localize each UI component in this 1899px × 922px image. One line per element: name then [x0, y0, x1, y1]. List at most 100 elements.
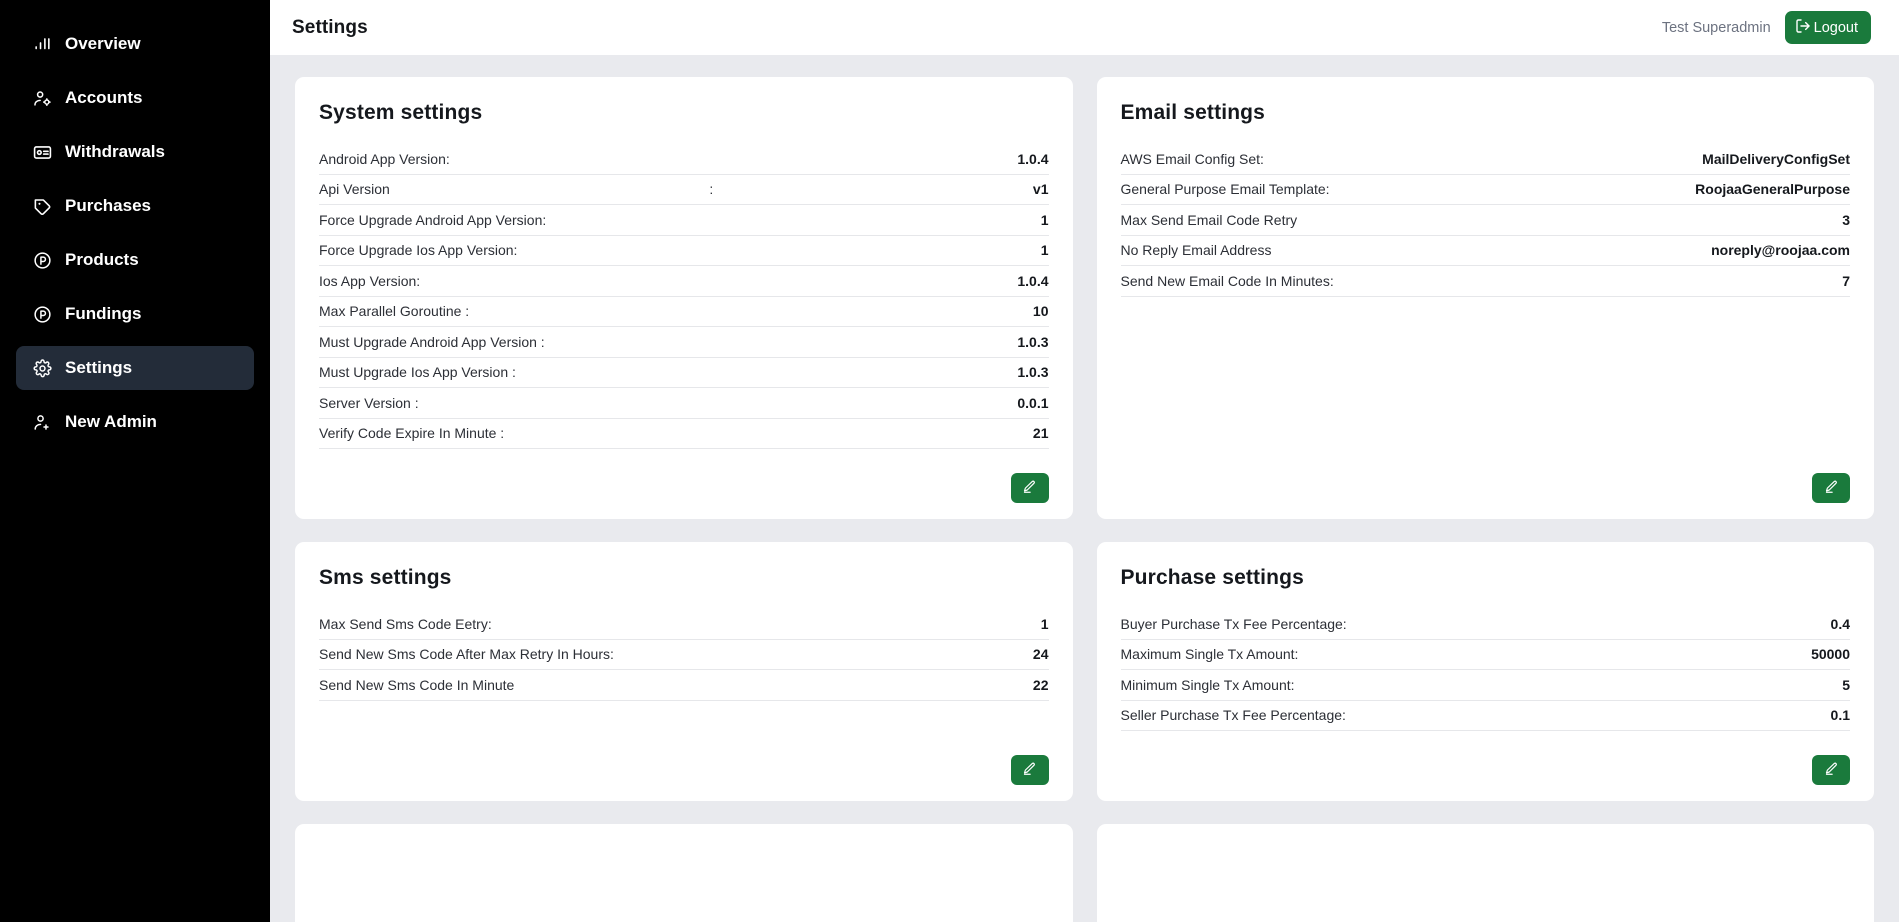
settings-row-list: Android App Version: 1.0.4 Api Version: v1 F…: [319, 144, 1049, 449]
sidebar-item-label: Settings: [65, 358, 133, 377]
setting-value: 5: [1842, 676, 1850, 693]
settings-row: Api Version: v1: [319, 175, 1049, 205]
card-spacer: [1121, 731, 1851, 737]
card-title: Sms settings: [319, 566, 452, 589]
settings-card-system-settings: System settings Android App Version: 1.0.4…: [295, 77, 1073, 519]
sidebar-item-label: Fundings: [65, 304, 142, 323]
setting-label: Must Upgrade Ios App Version :: [319, 364, 516, 381]
setting-value: RoojaaGeneralPurpose: [1695, 181, 1850, 198]
setting-label: Verify Code Expire In Minute :: [319, 425, 505, 442]
sidebar-item-new-admin[interactable]: New Admin: [16, 400, 254, 444]
setting-value: 7: [1842, 272, 1850, 289]
bar-chart-icon: [32, 34, 52, 54]
card-title: System settings: [319, 101, 483, 124]
user-cog-icon: [32, 88, 52, 108]
topbar-right: Test Superadmin Logout: [1662, 11, 1871, 44]
settings-content: System settings Android App Version: 1.0.4…: [270, 55, 1899, 922]
setting-label: Send New Email Code In Minutes:: [1120, 272, 1334, 289]
card-title: Purchase settings: [1120, 566, 1304, 589]
setting-value: 1.0.3: [1017, 333, 1049, 350]
edit-button[interactable]: [1812, 755, 1850, 785]
setting-value: noreply@roojaa.com: [1711, 242, 1850, 259]
setting-label: Send New Sms Code In Minute: [319, 676, 515, 693]
settings-row: Max Send Email Code Retry 3: [1120, 205, 1850, 236]
setting-label: No Reply Email Address: [1120, 242, 1272, 259]
sidebar-item-label: Accounts: [65, 88, 143, 107]
edit-button[interactable]: [1010, 473, 1049, 503]
sidebar-item-accounts[interactable]: Accounts: [16, 76, 254, 120]
sidebar: Overview Accounts Withdrawals Purchases Prod…: [0, 0, 270, 922]
settings-row: Force Upgrade Ios App Version: 1: [319, 236, 1049, 266]
setting-label: Ios App Version:: [319, 272, 421, 289]
settings-row-list: Max Send Sms Code Eetry: 1 Send New Sms Co…: [319, 609, 1049, 701]
setting-label: Minimum Single Tx Amount:: [1120, 676, 1295, 693]
setting-value: 1.0.3: [1017, 364, 1049, 381]
settings-row: Verify Code Expire In Minute : 21: [319, 419, 1049, 449]
user-plus-icon: [32, 412, 52, 432]
card-spacer: [319, 701, 1049, 738]
setting-value: 1: [1040, 211, 1049, 228]
setting-value: v1: [1032, 181, 1049, 198]
settings-row: Buyer Purchase Tx Fee Percentage: 0.4: [1120, 609, 1850, 640]
settings-row: Send New Email Code In Minutes: 7: [1120, 266, 1850, 297]
card-spacer: [1121, 297, 1851, 456]
settings-card-partial: [1096, 824, 1874, 922]
sidebar-item-label: Purchases: [65, 196, 151, 215]
current-user-label: Test Superadmin: [1661, 19, 1771, 36]
sidebar-item-label: New Admin: [65, 412, 157, 431]
setting-value: 50000: [1811, 646, 1850, 663]
pencil-icon: [1824, 761, 1839, 779]
settings-row: General Purpose Email Template: RoojaaGen…: [1120, 175, 1850, 205]
settings-row: Maximum Single Tx Amount: 50000: [1120, 640, 1850, 670]
sidebar-item-label: Overview: [65, 34, 141, 53]
sidebar-item-products[interactable]: Products: [16, 238, 254, 282]
edit-button[interactable]: [1812, 473, 1850, 503]
sidebar-item-fundings[interactable]: Fundings: [16, 292, 254, 336]
card-actions: [319, 473, 1049, 503]
setting-label: Server Version :: [319, 394, 419, 411]
settings-row-list: Buyer Purchase Tx Fee Percentage: 0.4 Maxi…: [1120, 609, 1850, 731]
sidebar-item-settings[interactable]: Settings: [16, 346, 254, 390]
setting-label: Force Upgrade Android App Version:: [319, 211, 547, 228]
settings-row: AWS Email Config Set: MailDeliveryConfigS…: [1120, 144, 1850, 175]
setting-label: Buyer Purchase Tx Fee Percentage:: [1120, 615, 1347, 632]
settings-grid: System settings Android App Version: 1.0.4…: [295, 77, 1874, 922]
settings-row: No Reply Email Address noreply@roojaa.com: [1120, 236, 1850, 266]
settings-row: Force Upgrade Android App Version: 1: [319, 205, 1049, 236]
setting-label: Max Send Sms Code Eetry:: [319, 615, 492, 632]
settings-row: Must Upgrade Android App Version : 1.0.3: [319, 327, 1049, 358]
setting-label: General Purpose Email Template:: [1120, 181, 1330, 198]
settings-row: Must Upgrade Ios App Version : 1.0.3: [319, 358, 1049, 388]
setting-value: 10: [1032, 303, 1049, 320]
pencil-icon: [1022, 761, 1037, 779]
circle-p-icon: [32, 250, 52, 270]
setting-label: Seller Purchase Tx Fee Percentage:: [1120, 707, 1346, 724]
card-title: Email settings: [1120, 101, 1265, 124]
setting-label: Max Send Email Code Retry: [1120, 211, 1298, 228]
sidebar-item-purchases[interactable]: Purchases: [16, 184, 254, 228]
settings-card-email-settings: Email settings AWS Email Config Set: MailD…: [1096, 77, 1874, 519]
edit-button[interactable]: [1010, 755, 1049, 785]
logout-icon: [1795, 18, 1811, 38]
setting-value: 21: [1032, 425, 1049, 442]
sidebar-item-withdrawals[interactable]: Withdrawals: [16, 130, 254, 174]
card-actions: [1121, 473, 1850, 503]
tag-icon: [32, 196, 52, 216]
card-actions: [319, 755, 1049, 785]
logout-button[interactable]: Logout: [1784, 11, 1871, 44]
setting-value: 24: [1032, 646, 1049, 663]
sidebar-item-label: Products: [65, 250, 139, 269]
settings-row: Ios App Version: 1.0.4: [319, 266, 1049, 297]
pencil-icon: [1022, 479, 1037, 497]
sidebar-item-label: Withdrawals: [65, 142, 165, 161]
setting-value: 0.4: [1830, 615, 1850, 632]
settings-row: Minimum Single Tx Amount: 5: [1120, 670, 1850, 701]
settings-row: Max Send Sms Code Eetry: 1: [319, 609, 1049, 640]
sidebar-item-overview[interactable]: Overview: [16, 22, 254, 66]
setting-label: Android App Version:: [319, 150, 450, 167]
setting-label: Force Upgrade Ios App Version:: [319, 242, 518, 259]
card-actions: [1121, 755, 1850, 785]
settings-card-sms-settings: Sms settings Max Send Sms Code Eetry: 1 Sen…: [295, 542, 1073, 801]
logout-label: Logout: [1813, 19, 1858, 36]
page-title: Settings: [292, 16, 368, 38]
